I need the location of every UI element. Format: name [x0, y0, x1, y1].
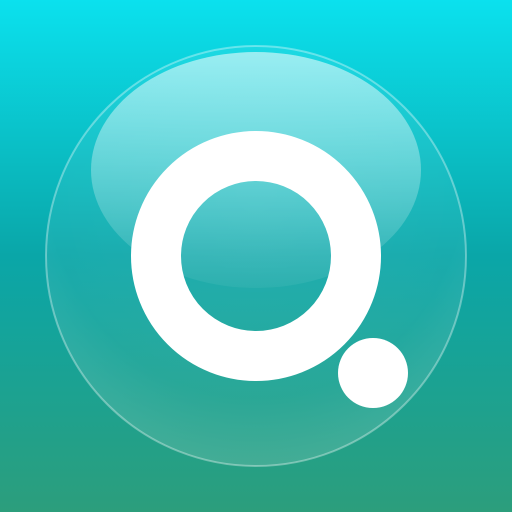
app-icon-graphic: [0, 0, 512, 512]
app-icon: [0, 0, 512, 512]
logo-dot: [338, 338, 408, 408]
